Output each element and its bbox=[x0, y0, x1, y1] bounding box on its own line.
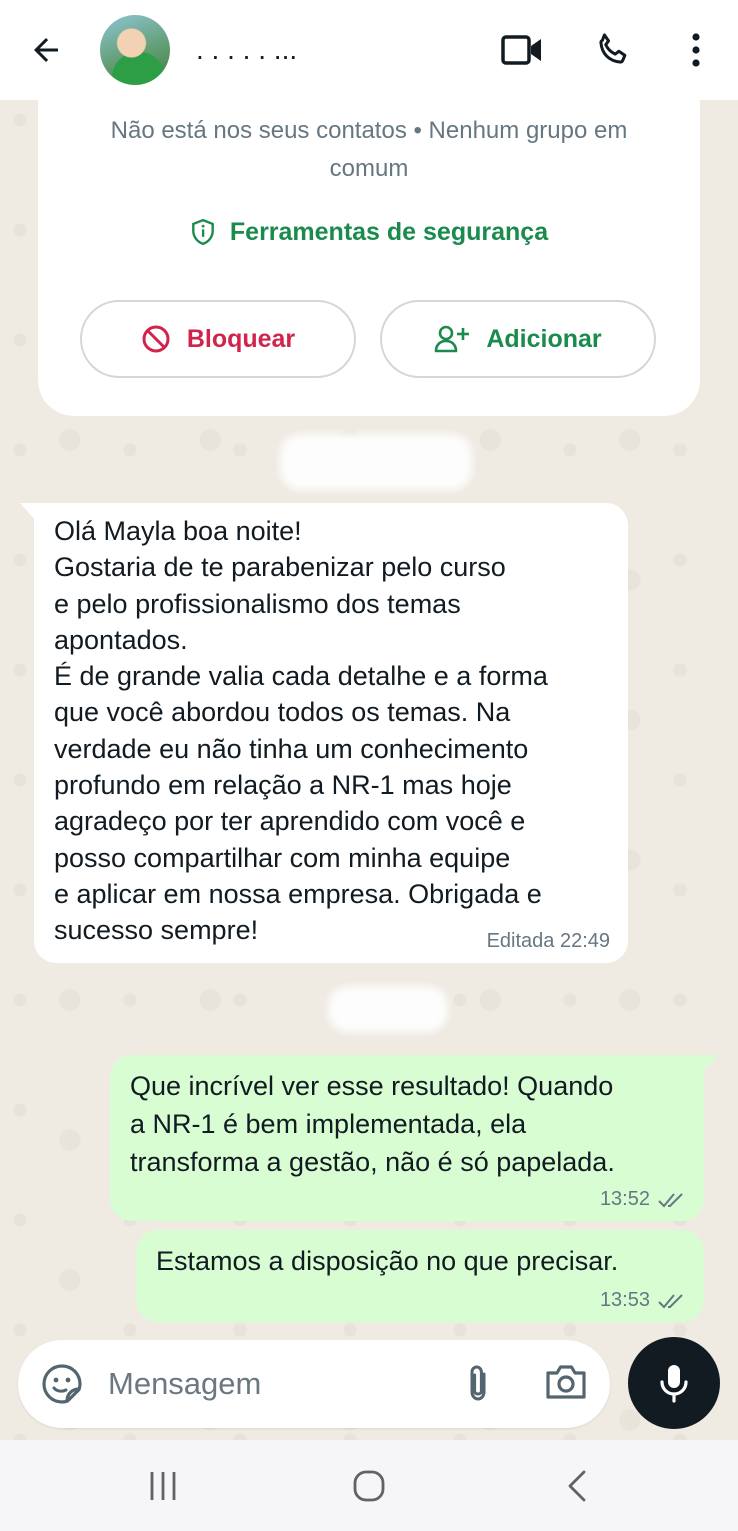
phone-icon bbox=[599, 33, 627, 64]
message-composer bbox=[18, 1340, 610, 1428]
outgoing-message[interactable]: Que incrível ver esse resultado! Quando … bbox=[110, 1055, 718, 1221]
chevron-left-icon bbox=[568, 1470, 586, 1502]
more-options-button[interactable] bbox=[672, 26, 720, 74]
back-arrow-icon bbox=[34, 38, 58, 62]
message-time: 13:52 bbox=[599, 1188, 650, 1210]
double-check-icon bbox=[658, 1192, 683, 1207]
block-label: Bloquear bbox=[186, 324, 296, 353]
message-meta: 13:53 bbox=[600, 1289, 686, 1312]
add-contact-button[interactable]: Adicionar bbox=[380, 300, 656, 378]
not-in-contacts-notice: Não está nos seus contatos • Nenhum grup… bbox=[38, 112, 700, 188]
message-meta: 13:52 bbox=[600, 1188, 686, 1211]
message-meta: Editada 22:49 bbox=[487, 930, 610, 953]
block-icon bbox=[142, 325, 170, 353]
more-vert-icon bbox=[692, 33, 700, 67]
security-tools-label: Ferramentas de segurança bbox=[229, 217, 549, 246]
message-text: Que incrível ver esse resultado! Quando … bbox=[130, 1071, 615, 1177]
microphone-icon bbox=[660, 1365, 688, 1403]
incoming-message[interactable]: Olá Mayla boa noite! Gostaria de te para… bbox=[20, 503, 628, 963]
unknown-contact-card: Não está nos seus contatos • Nenhum grup… bbox=[38, 100, 700, 416]
sticker-button[interactable] bbox=[40, 1362, 84, 1406]
add-person-icon bbox=[435, 325, 470, 353]
back-button[interactable] bbox=[24, 28, 68, 72]
redacted-date-chip bbox=[328, 986, 448, 1032]
voice-message-button[interactable] bbox=[628, 1337, 720, 1429]
system-navigation-bar bbox=[0, 1440, 738, 1531]
shield-icon bbox=[192, 218, 214, 246]
recent-apps-icon bbox=[150, 1472, 176, 1500]
home-icon bbox=[353, 1470, 385, 1502]
home-button[interactable] bbox=[344, 1464, 394, 1508]
attach-button[interactable] bbox=[456, 1362, 500, 1406]
outgoing-message[interactable]: Estamos a disposição no que precisar. 13… bbox=[136, 1230, 704, 1322]
video-call-icon bbox=[501, 35, 541, 65]
edited-timestamp: Editada 22:49 bbox=[486, 930, 610, 952]
voice-call-button[interactable] bbox=[589, 26, 637, 74]
security-tools-link[interactable]: Ferramentas de segurança bbox=[38, 212, 700, 252]
message-time: 13:53 bbox=[599, 1289, 650, 1311]
sticker-icon bbox=[42, 1364, 82, 1404]
paperclip-icon bbox=[470, 1365, 486, 1401]
notice-text: Não está nos seus contatos • Nenhum grup… bbox=[110, 117, 628, 182]
double-check-icon bbox=[658, 1293, 683, 1308]
recent-apps-button[interactable] bbox=[138, 1464, 188, 1508]
video-call-button[interactable] bbox=[498, 26, 546, 74]
chat-header: . . . . . ... bbox=[0, 0, 738, 100]
system-back-button[interactable] bbox=[552, 1464, 602, 1508]
contact-avatar[interactable] bbox=[100, 15, 170, 85]
redacted-date-chip bbox=[280, 434, 472, 490]
camera-button[interactable] bbox=[544, 1362, 590, 1406]
block-button[interactable]: Bloquear bbox=[80, 300, 356, 378]
message-text: Estamos a disposição no que precisar. bbox=[156, 1246, 619, 1276]
camera-icon bbox=[546, 1365, 586, 1399]
message-input[interactable] bbox=[108, 1360, 438, 1408]
message-text: Olá Mayla boa noite! Gostaria de te para… bbox=[54, 516, 548, 946]
contact-name[interactable]: . . . . . ... bbox=[196, 30, 471, 70]
add-label: Adicionar bbox=[486, 324, 602, 353]
